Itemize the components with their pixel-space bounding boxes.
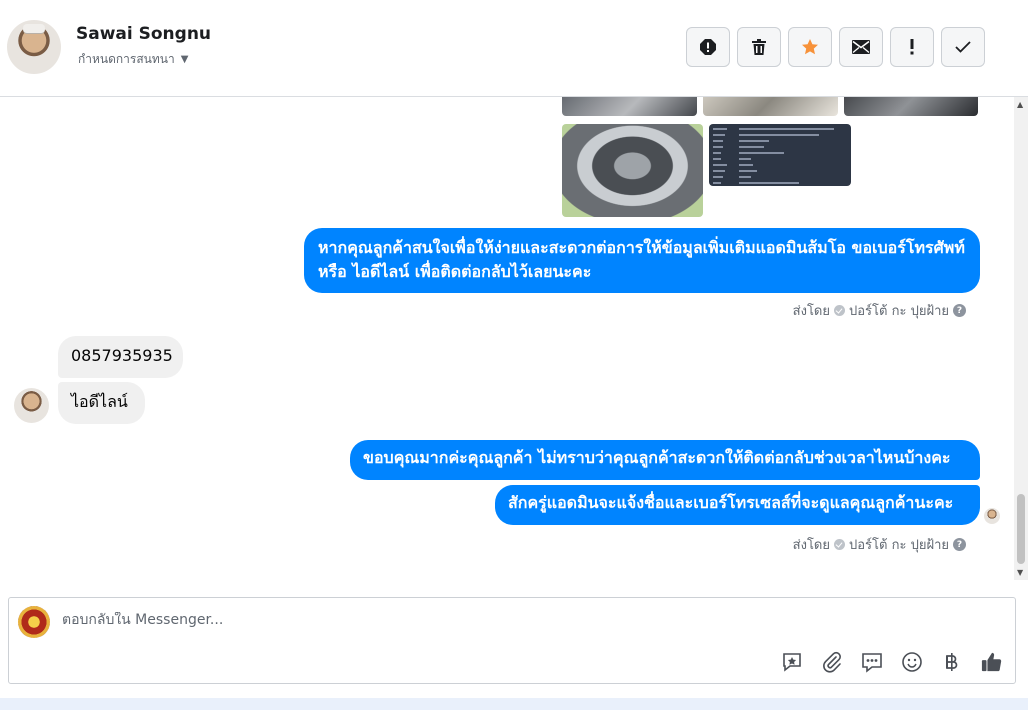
assign-conversation-dropdown[interactable]: กำหนดการสนทนา ▼ xyxy=(78,50,188,69)
message-text: ไอดีไลน์ xyxy=(71,392,128,411)
attach-file-button[interactable] xyxy=(821,651,843,673)
saved-reply-icon xyxy=(783,653,801,672)
outgoing-message[interactable]: สักครู่แอดมินจะแจ้งชื่อและเบอร์โทรเซลส์ท… xyxy=(495,485,980,525)
composer-tools xyxy=(781,651,1003,673)
help-icon[interactable]: ? xyxy=(953,538,966,551)
reply-composer xyxy=(8,597,1016,684)
document-lines xyxy=(713,128,834,184)
thread-scrollbar[interactable]: ▲ ▼ xyxy=(1014,97,1028,580)
page-avatar xyxy=(18,606,50,638)
incoming-message[interactable]: ไอดีไลน์ xyxy=(58,382,145,424)
read-receipt-avatar xyxy=(984,508,1000,524)
attachment-document-screenshot[interactable] xyxy=(709,124,851,186)
quick-replies-button[interactable] xyxy=(861,651,883,673)
outgoing-message[interactable]: ขอบคุณมากค่ะคุณลูกค้า ไม่ทราบว่าคุณลูกค้… xyxy=(350,440,980,480)
sent-by-label: ส่งโดย ปอร์โต้ กะ ปุยฝ้าย ? xyxy=(793,300,966,321)
exclamation-icon xyxy=(910,39,914,55)
paperclip-icon xyxy=(823,651,841,673)
incoming-message[interactable]: 0857935935 xyxy=(58,336,183,378)
scrollbar-thumb[interactable] xyxy=(1017,494,1025,564)
contact-avatar-small[interactable] xyxy=(14,388,49,423)
check-circle-icon xyxy=(834,539,845,550)
sent-by-prefix: ส่งโดย xyxy=(792,304,830,319)
report-spam-button[interactable] xyxy=(686,27,730,67)
chat-dots-icon xyxy=(862,653,882,673)
sent-by-name: ปอร์โต้ กะ ปุยฝ้าย xyxy=(849,538,949,553)
sent-by-label: ส่งโดย ปอร์โต้ กะ ปุยฝ้าย ? xyxy=(793,534,966,555)
assign-label: กำหนดการสนทนา xyxy=(78,52,175,66)
alert-circle-icon xyxy=(700,39,716,55)
message-thread: หากคุณลูกค้าสนใจเพื่อให้ง่ายและสะดวกต่อก… xyxy=(0,97,1014,580)
message-text: หากคุณลูกค้าสนใจเพื่อให้ง่ายและสะดวกต่อก… xyxy=(318,238,965,281)
message-text: สักครู่แอดมินจะแจ้งชื่อและเบอร์โทรเซลส์ท… xyxy=(508,493,954,512)
check-circle-icon xyxy=(834,305,845,316)
help-icon[interactable]: ? xyxy=(953,304,966,317)
outgoing-message[interactable]: หากคุณลูกค้าสนใจเพื่อให้ง่ายและสะดวกต่อก… xyxy=(304,228,980,293)
payment-button[interactable] xyxy=(941,651,963,673)
baht-icon xyxy=(946,653,958,671)
mark-unread-button[interactable] xyxy=(839,27,883,67)
star-button[interactable] xyxy=(788,27,832,67)
message-text: ขอบคุณมากค่ะคุณลูกค้า ไม่ทราบว่าคุณลูกค้… xyxy=(363,448,951,467)
trash-icon xyxy=(752,39,766,55)
star-icon xyxy=(802,39,818,55)
like-button[interactable] xyxy=(981,651,1003,673)
caret-down-icon: ▼ xyxy=(180,54,189,65)
attachment-photo[interactable] xyxy=(562,97,697,116)
envelope-icon xyxy=(852,40,870,54)
reply-input[interactable] xyxy=(62,612,762,628)
attachment-photo-engine[interactable] xyxy=(562,124,703,217)
follow-up-button[interactable] xyxy=(890,27,934,67)
conversation-header: Sawai Songnu กำหนดการสนทนา ▼ xyxy=(0,0,1028,97)
conversation-toolbar xyxy=(686,27,985,67)
check-icon xyxy=(955,41,971,53)
saved-reply-button[interactable] xyxy=(781,651,803,673)
delete-button[interactable] xyxy=(737,27,781,67)
attachment-photo[interactable] xyxy=(844,97,978,116)
sent-by-prefix: ส่งโดย xyxy=(792,538,830,553)
smiley-icon xyxy=(902,652,922,672)
message-text: 0857935935 xyxy=(71,346,173,365)
page-footer-band xyxy=(0,698,1028,710)
scroll-down-arrow-icon[interactable]: ▼ xyxy=(1017,568,1023,577)
sent-by-name: ปอร์โต้ กะ ปุยฝ้าย xyxy=(849,304,949,319)
contact-name[interactable]: Sawai Songnu xyxy=(76,24,211,44)
emoji-button[interactable] xyxy=(901,651,923,673)
scroll-up-arrow-icon[interactable]: ▲ xyxy=(1017,100,1023,109)
thumbs-up-icon xyxy=(981,652,1002,672)
attachment-photo[interactable] xyxy=(703,97,838,116)
contact-avatar[interactable] xyxy=(7,20,61,74)
mark-done-button[interactable] xyxy=(941,27,985,67)
